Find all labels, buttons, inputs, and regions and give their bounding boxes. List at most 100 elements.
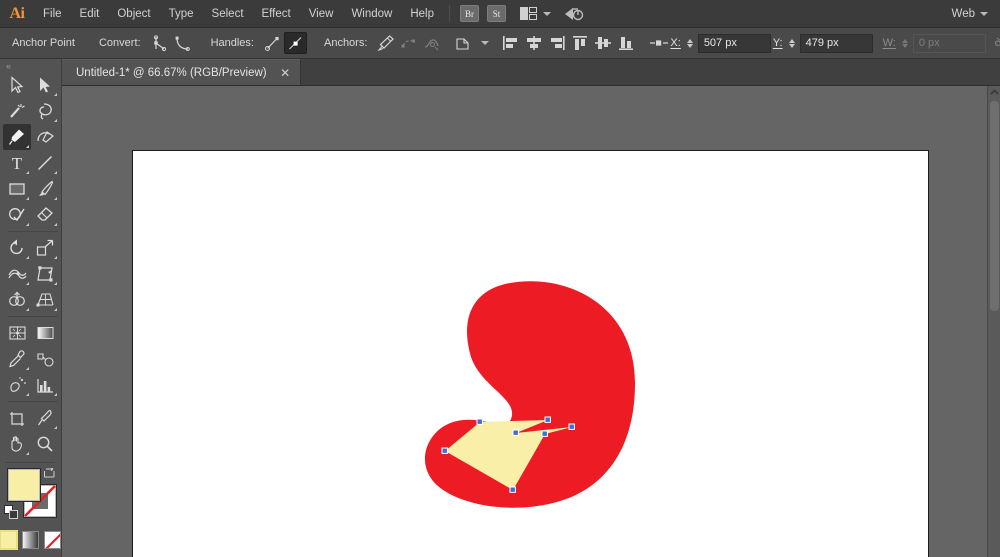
- symbol-sprayer-tool[interactable]: [3, 372, 31, 398]
- chevron-up-icon[interactable]: [988, 86, 1000, 99]
- tools-panel-grip[interactable]: «: [0, 59, 61, 72]
- gradient-tool[interactable]: [31, 320, 59, 346]
- w-label: W:: [883, 37, 896, 49]
- convert-label: Convert:: [92, 37, 148, 49]
- menu-window[interactable]: Window: [342, 0, 401, 28]
- show-handles-icon[interactable]: [261, 32, 284, 54]
- color-button[interactable]: [0, 531, 17, 549]
- app-logo: Ai: [0, 0, 34, 28]
- eyedropper-tool[interactable]: [3, 346, 31, 372]
- menu-object[interactable]: Object: [108, 0, 159, 28]
- column-graph-tool[interactable]: [31, 372, 59, 398]
- default-fill-stroke-icon[interactable]: [4, 505, 18, 524]
- shaper-tool[interactable]: [3, 202, 31, 228]
- control-bar: Anchor Point Convert: Handles:: [0, 28, 1000, 59]
- workspace-chevron-down-icon: [980, 12, 988, 16]
- zoom-tool[interactable]: [31, 431, 59, 457]
- hand-tool[interactable]: [3, 431, 31, 457]
- menubar-divider: [449, 5, 450, 22]
- none-button[interactable]: [44, 531, 61, 549]
- transform-anchor-icon[interactable]: [647, 32, 670, 54]
- remove-selected-anchor-icon[interactable]: [374, 32, 397, 54]
- hide-handles-icon[interactable]: [284, 32, 307, 54]
- tools-divider-2: [8, 316, 58, 317]
- artwork-svg[interactable]: [133, 151, 928, 557]
- paintbrush-tool[interactable]: [31, 176, 59, 202]
- artboard-tool[interactable]: [3, 405, 31, 431]
- red-bean-shape: [425, 281, 635, 508]
- y-input[interactable]: 479 px: [800, 34, 873, 53]
- gradient-button[interactable]: [22, 531, 39, 549]
- cut-path-at-anchor-icon[interactable]: [420, 32, 443, 54]
- free-transform-tool[interactable]: [31, 261, 59, 287]
- align-top-icon[interactable]: [568, 32, 591, 54]
- swap-fill-stroke-icon[interactable]: [43, 467, 56, 485]
- bridge-button[interactable]: Br: [460, 5, 479, 22]
- menu-type[interactable]: Type: [160, 0, 203, 28]
- convert-to-corner-icon[interactable]: [148, 32, 171, 54]
- vertical-scrollbar[interactable]: [987, 86, 1000, 557]
- svg-text:T: T: [12, 154, 23, 172]
- shape-builder-tool[interactable]: [3, 287, 31, 313]
- x-stepper[interactable]: [685, 33, 696, 53]
- close-icon[interactable]: ✕: [279, 67, 292, 79]
- connect-selected-endpoints-icon[interactable]: [397, 32, 420, 54]
- y-position-field[interactable]: Y: 479 px: [773, 33, 873, 53]
- scale-tool[interactable]: [31, 235, 59, 261]
- menu-bar: Ai File Edit Object Type Select Effect V…: [0, 0, 1000, 28]
- workspace-label: Web: [952, 8, 975, 20]
- mesh-tool[interactable]: [3, 320, 31, 346]
- x-input[interactable]: 507 px: [698, 34, 771, 53]
- convert-to-smooth-icon[interactable]: [171, 32, 194, 54]
- align-bottom-icon[interactable]: [614, 32, 637, 54]
- document-tab-bar: Untitled-1* @ 66.67% (RGB/Preview) ✕: [62, 59, 1000, 86]
- document-tab[interactable]: Untitled-1* @ 66.67% (RGB/Preview) ✕: [62, 59, 301, 85]
- unlink-proportions-icon: [992, 32, 1000, 54]
- color-mode-buttons: [0, 531, 61, 549]
- magic-wand-tool[interactable]: [3, 98, 31, 124]
- control-bar-title: Anchor Point: [0, 37, 82, 49]
- rotate-tool[interactable]: [3, 235, 31, 261]
- menu-effect[interactable]: Effect: [253, 0, 300, 28]
- workspace-switcher[interactable]: Web: [952, 8, 1000, 20]
- type-tool[interactable]: T: [3, 150, 31, 176]
- rectangle-tool[interactable]: [3, 176, 31, 202]
- align-horizontal-center-icon[interactable]: [522, 32, 545, 54]
- direct-selection-tool[interactable]: [31, 72, 59, 98]
- document-tab-title: Untitled-1* @ 66.67% (RGB/Preview): [76, 67, 267, 79]
- lasso-tool[interactable]: [31, 98, 59, 124]
- arrange-documents-icon[interactable]: [518, 6, 538, 22]
- pen-tool[interactable]: [3, 124, 31, 150]
- isolate-selected-object-icon[interactable]: [453, 32, 476, 54]
- scrollbar-thumb[interactable]: [990, 101, 999, 311]
- artboard[interactable]: [132, 150, 929, 557]
- arrange-chevron-down-icon[interactable]: [543, 12, 551, 16]
- curvature-tool[interactable]: [31, 124, 59, 150]
- menu-select[interactable]: Select: [203, 0, 253, 28]
- tools-divider-3: [8, 401, 58, 402]
- isolate-chevron-down-icon[interactable]: [481, 41, 489, 45]
- menu-edit[interactable]: Edit: [71, 0, 109, 28]
- slice-tool[interactable]: [31, 405, 59, 431]
- anchors-label: Anchors:: [317, 37, 374, 49]
- eraser-tool[interactable]: [31, 202, 59, 228]
- align-right-icon[interactable]: [545, 32, 568, 54]
- menu-view[interactable]: View: [300, 0, 343, 28]
- perspective-grid-tool[interactable]: [31, 287, 59, 313]
- menu-help[interactable]: Help: [401, 0, 443, 28]
- width-field: W: 0 px: [883, 33, 986, 53]
- line-segment-tool[interactable]: [31, 150, 59, 176]
- tools-panel: «: [0, 59, 62, 557]
- adobe-stock-icon[interactable]: [563, 5, 585, 23]
- x-position-field[interactable]: X: 507 px: [670, 33, 770, 53]
- menu-file[interactable]: File: [34, 0, 71, 28]
- selection-tool[interactable]: [3, 72, 31, 98]
- canvas-viewport[interactable]: [62, 86, 1000, 557]
- align-left-icon[interactable]: [499, 32, 522, 54]
- fill-swatch[interactable]: [8, 469, 40, 501]
- y-stepper[interactable]: [787, 33, 798, 53]
- blend-tool[interactable]: [31, 346, 59, 372]
- width-tool[interactable]: [3, 261, 31, 287]
- stock-button[interactable]: St: [487, 5, 506, 22]
- align-vertical-center-icon[interactable]: [591, 32, 614, 54]
